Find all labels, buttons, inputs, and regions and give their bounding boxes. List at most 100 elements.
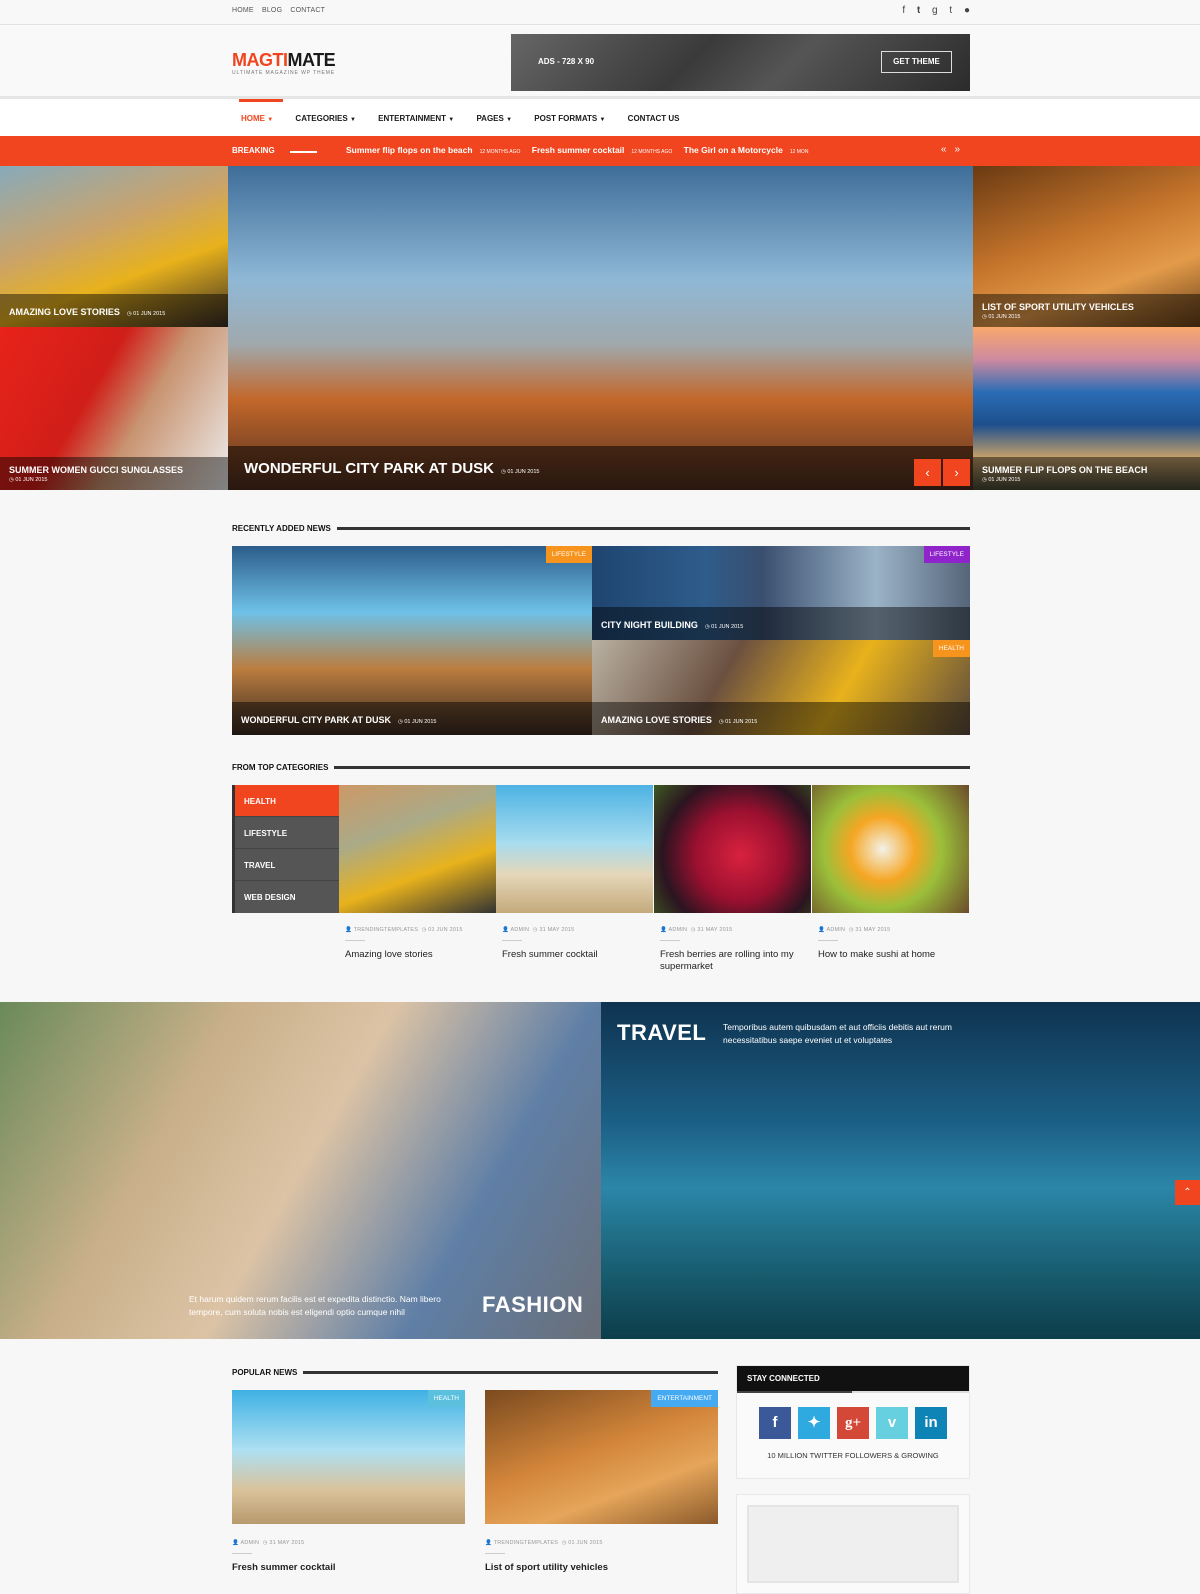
- site-logo[interactable]: MAGTIMATE ULTIMATE MAGAZINE WP THEME: [232, 50, 336, 76]
- top-links: HOME BLOG CONTACT: [232, 7, 331, 14]
- breaking-ticker: Summer flip flops on the beach 12 MONTHS …: [346, 145, 866, 155]
- nav-pages[interactable]: PAGES ▼: [476, 114, 512, 123]
- hero-main-tile[interactable]: WONDERFUL CITY PARK AT DUSK ◷ 01 JUN 2015: [228, 166, 973, 490]
- post-author[interactable]: ADMIN: [668, 927, 687, 933]
- hero-next-button[interactable]: ›: [943, 459, 970, 486]
- nav-post-formats[interactable]: POST FORMATS ▼: [534, 114, 605, 123]
- get-theme-button[interactable]: GET THEME: [881, 51, 952, 73]
- ad-banner[interactable]: ADS - 728 X 90 GET THEME: [511, 34, 970, 91]
- vimeo-icon[interactable]: v: [876, 1407, 908, 1439]
- stay-connected-widget: STAY CONNECTED f ✦ g+ v in 10 MILLION TW…: [736, 1365, 970, 1479]
- post-author[interactable]: TRENDINGTEMPLATES: [354, 927, 418, 933]
- tile-date: ◷ 01 JUN 2015: [126, 311, 166, 317]
- tile-date: ◷ 01 JUN 2015: [398, 719, 437, 725]
- section-divider: [336, 527, 970, 530]
- nav-contact-us[interactable]: CONTACT US: [628, 114, 680, 123]
- post-title[interactable]: Fresh summer cocktail: [502, 949, 647, 961]
- category-badge[interactable]: LIFESTYLE: [923, 546, 970, 563]
- hero-tile[interactable]: SUMMER FLIP FLOPS ON THE BEACH ◷ 01 JUN 2…: [973, 327, 1200, 490]
- section-title: POPULAR NEWS: [232, 1368, 298, 1377]
- category-tab-web-design[interactable]: WEB DESIGN: [235, 881, 339, 913]
- hero-tile[interactable]: SUMMER WOMEN GUCCI SUNGLASSES ◷ 01 JUN 20…: [0, 327, 228, 490]
- breaking-news-bar: BREAKING Summer flip flops on the beach 1…: [0, 136, 1200, 166]
- google-plus-icon[interactable]: g+: [837, 1407, 869, 1439]
- facebook-icon[interactable]: f: [759, 1407, 791, 1439]
- tile-title: AMAZING LOVE STORIES: [9, 307, 120, 317]
- post-author[interactable]: ADMIN: [510, 927, 529, 933]
- linkedin-icon[interactable]: in: [915, 1407, 947, 1439]
- post-image[interactable]: ENTERTAINMENT: [485, 1390, 718, 1524]
- hero-prev-button[interactable]: ‹: [914, 459, 941, 486]
- hero-tile[interactable]: LIST OF SPORT UTILITY VEHICLES ◷ 01 JUN 2…: [973, 166, 1200, 327]
- category-badge[interactable]: HEALTH: [932, 640, 970, 657]
- category-tab-travel[interactable]: TRAVEL: [235, 849, 339, 881]
- top-link-contact[interactable]: CONTACT: [290, 7, 325, 14]
- ticker-item[interactable]: Summer flip flops on the beach: [346, 145, 473, 155]
- post-image[interactable]: [812, 785, 969, 913]
- category-tab-health[interactable]: HEALTH: [235, 785, 339, 817]
- post-title[interactable]: How to make sushi at home: [818, 949, 963, 961]
- travel-banner[interactable]: TRAVEL Temporibus autem quibusdam et aut…: [601, 1002, 1200, 1339]
- category-badge[interactable]: LIFESTYLE: [545, 546, 592, 563]
- post-image[interactable]: HEALTH: [232, 1390, 465, 1524]
- tile-title: SUMMER FLIP FLOPS ON THE BEACH: [982, 465, 1148, 475]
- fashion-banner[interactable]: Et harum quidem rerum facilis est et exp…: [0, 1002, 601, 1339]
- top-link-home[interactable]: HOME: [232, 7, 254, 14]
- recent-post[interactable]: LIFESTYLE CITY NIGHT BUILDING ◷ 01 JUN 20…: [592, 546, 970, 640]
- tile-title: LIST OF SPORT UTILITY VEHICLES: [982, 302, 1134, 312]
- ticker-time: 12 MON: [789, 149, 809, 155]
- post-image[interactable]: [496, 785, 653, 913]
- post-meta: 👤 ADMIN ◷ 31 MAY 2015: [232, 1540, 465, 1554]
- tumblr-icon[interactable]: t: [949, 5, 952, 16]
- post-date: 01 JUN 2015: [428, 927, 463, 933]
- post-title[interactable]: Fresh summer cocktail: [232, 1562, 465, 1574]
- ticker-item[interactable]: Fresh summer cocktail: [532, 145, 625, 155]
- section-title: FROM TOP CATEGORIES: [232, 763, 329, 772]
- date-text: 01 JUN 2015: [404, 719, 437, 725]
- tile-title: CITY NIGHT BUILDING: [601, 620, 698, 630]
- logo-tagline: ULTIMATE MAGAZINE WP THEME: [232, 70, 336, 76]
- travel-title: TRAVEL: [617, 1020, 707, 1045]
- google-plus-icon[interactable]: g: [932, 5, 938, 16]
- post-image[interactable]: [654, 785, 811, 913]
- recent-post[interactable]: HEALTH AMAZING LOVE STORIES ◷ 01 JUN 2015: [592, 640, 970, 735]
- twitter-icon[interactable]: 𝐭: [917, 5, 920, 16]
- logo-text-main: MATE: [287, 50, 336, 70]
- date-text: 01 JUN 2015: [711, 624, 744, 630]
- nav-label: CATEGORIES: [295, 114, 348, 123]
- flickr-icon[interactable]: ●: [964, 5, 970, 16]
- hero-tile[interactable]: AMAZING LOVE STORIES ◷ 01 JUN 2015: [0, 166, 228, 327]
- popular-news-heading: POPULAR NEWS: [232, 1368, 718, 1377]
- post-author[interactable]: ADMIN: [826, 927, 845, 933]
- date-text: 01 JUN 2015: [15, 477, 48, 483]
- post-title[interactable]: List of sport utility vehicles: [485, 1562, 718, 1574]
- ticker-prev-icon[interactable]: «: [941, 144, 947, 155]
- post-author[interactable]: TRENDINGTEMPLATES: [494, 1540, 558, 1546]
- top-link-blog[interactable]: BLOG: [262, 7, 282, 14]
- post-date: 31 MAY 2015: [697, 927, 733, 933]
- category-badge[interactable]: HEALTH: [427, 1390, 465, 1407]
- logo-text-accent: MAGTI: [232, 50, 288, 70]
- top-social: f 𝐭 g t ●: [893, 5, 970, 16]
- category-badge[interactable]: ENTERTAINMENT: [651, 1390, 718, 1407]
- nav-entertainment[interactable]: ENTERTAINMENT ▼: [378, 114, 454, 123]
- post-title[interactable]: Fresh berries are rolling into my superm…: [660, 949, 805, 973]
- post-image[interactable]: [339, 785, 496, 913]
- recent-post[interactable]: LIFESTYLE WONDERFUL CITY PARK AT DUSK ◷ 0…: [232, 546, 592, 735]
- nav-home[interactable]: HOME ▼: [241, 114, 273, 123]
- post-meta: 👤 TRENDINGTEMPLATES ◷ 01 JUN 2015: [485, 1540, 718, 1554]
- ticker-next-icon[interactable]: »: [954, 144, 960, 155]
- scroll-to-top-button[interactable]: ⌃: [1175, 1180, 1200, 1205]
- post-author[interactable]: ADMIN: [240, 1540, 259, 1546]
- category-post: 👤 ADMIN ◷ 31 MAY 2015 Fresh berries are …: [654, 785, 811, 973]
- facebook-icon[interactable]: f: [902, 5, 905, 16]
- twitter-icon[interactable]: ✦: [798, 1407, 830, 1439]
- breaking-divider: [290, 151, 317, 153]
- nav-categories[interactable]: CATEGORIES ▼: [295, 114, 356, 123]
- section-divider: [303, 1371, 718, 1374]
- ticker-item[interactable]: The Girl on a Motorcycle: [684, 145, 783, 155]
- category-tab-lifestyle[interactable]: LIFESTYLE: [235, 817, 339, 849]
- post-title[interactable]: Amazing love stories: [345, 949, 490, 961]
- ad-placeholder[interactable]: [747, 1505, 959, 1583]
- main-nav: HOME ▼ CATEGORIES ▼ ENTERTAINMENT ▼ PAGE…: [0, 99, 1200, 136]
